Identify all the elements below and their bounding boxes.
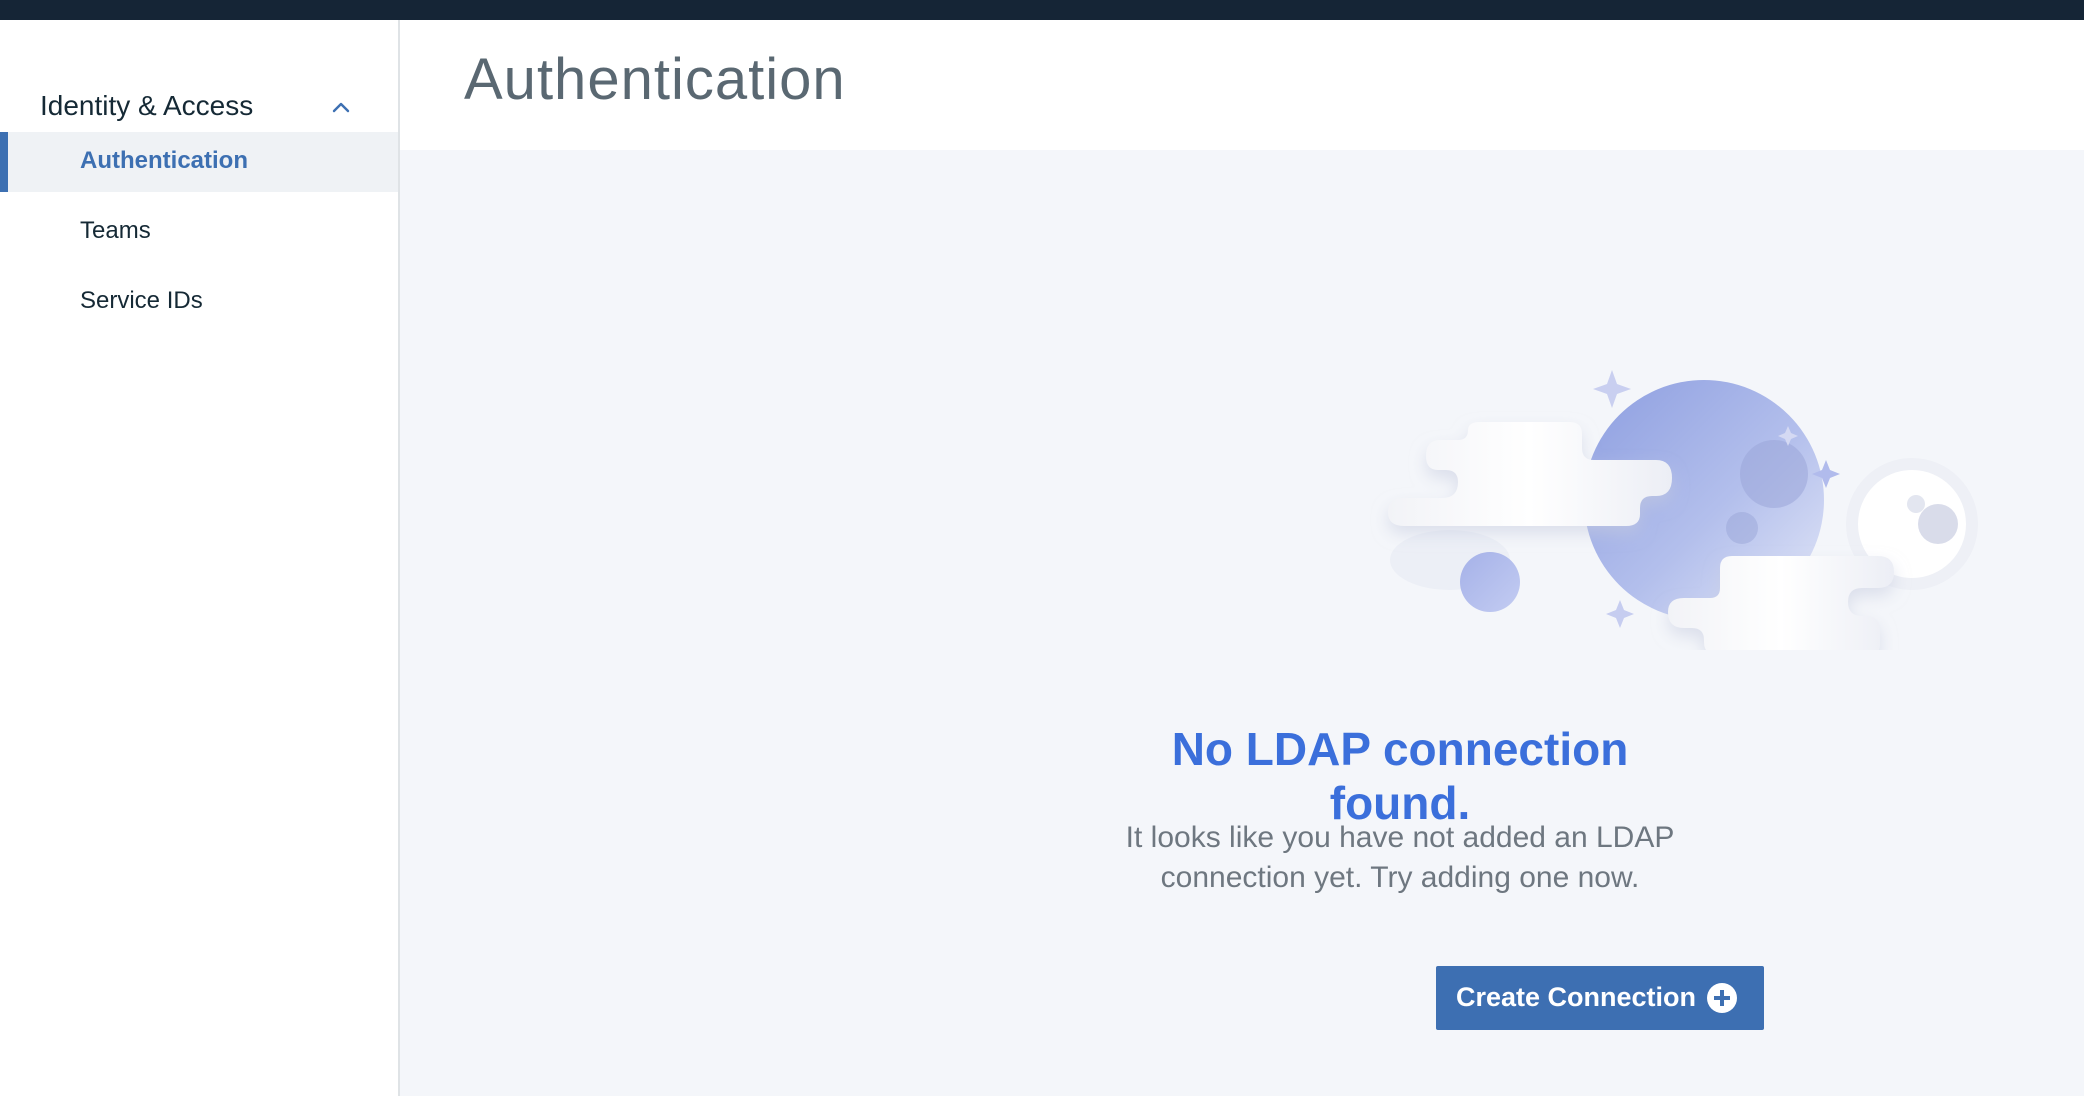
empty-state-description: It looks like you have not added an LDAP… xyxy=(1125,821,1675,894)
sidebar-item-label: Service IDs xyxy=(80,287,203,314)
sidebar-item-service-ids[interactable]: Service IDs xyxy=(0,272,398,332)
page-header: Authentication xyxy=(400,20,2084,150)
page-title: Authentication xyxy=(464,47,846,112)
sidebar: Identity & Access Authentication Teams S… xyxy=(0,20,400,1096)
chevron-up-icon[interactable] xyxy=(328,94,354,120)
top-nav-bar xyxy=(0,0,2084,20)
create-connection-button[interactable]: Create Connection xyxy=(1436,966,1764,1030)
active-indicator xyxy=(0,132,8,192)
sidebar-section-label: Identity & Access xyxy=(40,90,254,121)
sidebar-item-label: Authentication xyxy=(80,147,248,174)
create-connection-button-label: Create Connection xyxy=(1456,982,1697,1012)
sidebar-item-authentication[interactable]: Authentication xyxy=(0,132,398,192)
sidebar-item-label: Teams xyxy=(80,217,151,244)
sidebar-item-teams[interactable]: Teams xyxy=(0,202,398,262)
moon-clouds-illustration xyxy=(1388,370,1978,650)
empty-state-heading: No LDAP connection found. xyxy=(1171,723,1629,829)
plus-circle-icon xyxy=(1707,983,1737,1013)
main-content: No LDAP connection found. It looks like … xyxy=(400,150,2084,1096)
